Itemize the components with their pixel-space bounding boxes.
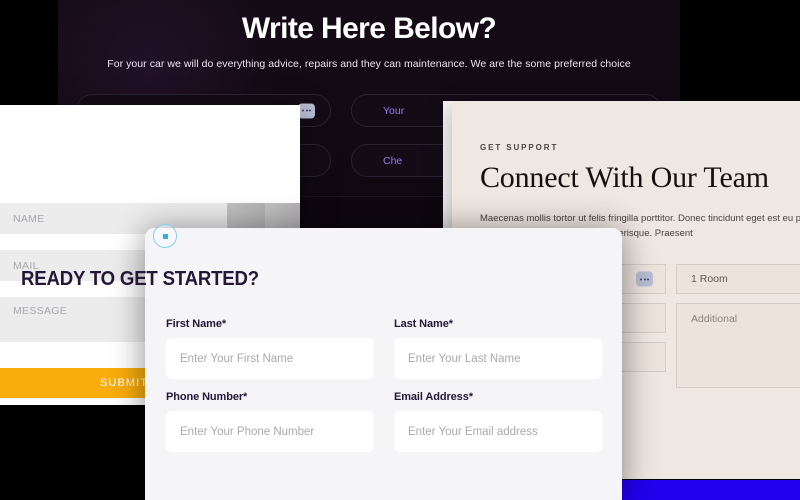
- contact-name-placeholder: NAME: [13, 212, 45, 225]
- modal-field-phone: Phone Number* Enter Your Phone Number: [166, 391, 374, 452]
- last-name-placeholder: Enter Your Last Name: [408, 352, 521, 365]
- modal-field-email: Email Address* Enter Your Email address: [394, 391, 602, 452]
- support-room-select[interactable]: 1 Room: [676, 264, 800, 294]
- modal-label-phone: Phone Number*: [166, 391, 248, 403]
- hero-email-text: Your: [383, 104, 405, 117]
- screenshot-stage: Write Here Below? For your car we will d…: [0, 0, 800, 500]
- modal-form: First Name* Enter Your First Name Last N…: [166, 318, 626, 464]
- email-address-input[interactable]: Enter Your Email address: [394, 411, 602, 452]
- modal-field-first-name: First Name* Enter Your First Name: [166, 318, 374, 379]
- message-dots-icon: [298, 103, 315, 118]
- cursor-ring-indicator: [153, 224, 177, 248]
- first-name-placeholder: Enter Your First Name: [180, 352, 294, 365]
- message-dots-icon: [636, 271, 653, 287]
- modal-field-last-name: Last Name* Enter Your Last Name: [394, 318, 602, 379]
- contact-message-placeholder: MESSAGE: [13, 305, 68, 317]
- support-additional-textarea[interactable]: Additional: [676, 303, 800, 388]
- modal-form-row-1: First Name* Enter Your First Name Last N…: [166, 318, 626, 379]
- hero-title: Write Here Below?: [241, 12, 497, 45]
- email-address-placeholder: Enter Your Email address: [408, 425, 538, 438]
- phone-number-placeholder: Enter Your Phone Number: [180, 425, 315, 438]
- last-name-input[interactable]: Enter Your Last Name: [394, 338, 602, 379]
- hero-check-text: Che: [383, 154, 403, 167]
- support-room-value: 1 Room: [691, 273, 728, 285]
- modal-label-email: Email Address*: [394, 391, 473, 403]
- modal-title: READY TO GET STARTED?: [21, 268, 259, 290]
- contact-submit-label: SUBMIT: [100, 377, 149, 389]
- support-additional-placeholder: Additional: [691, 313, 738, 325]
- modal-label-last-name: Last Name*: [394, 318, 453, 330]
- first-name-input[interactable]: Enter Your First Name: [166, 338, 374, 379]
- support-title: Connect With Our Team: [480, 161, 769, 194]
- phone-number-input[interactable]: Enter Your Phone Number: [166, 411, 374, 452]
- hero-subtitle: For your car we will do everything advic…: [107, 58, 631, 70]
- support-eyebrow: GET SUPPORT: [480, 143, 559, 152]
- modal-form-row-2: Phone Number* Enter Your Phone Number Em…: [166, 391, 626, 452]
- modal-label-first-name: First Name*: [166, 318, 227, 330]
